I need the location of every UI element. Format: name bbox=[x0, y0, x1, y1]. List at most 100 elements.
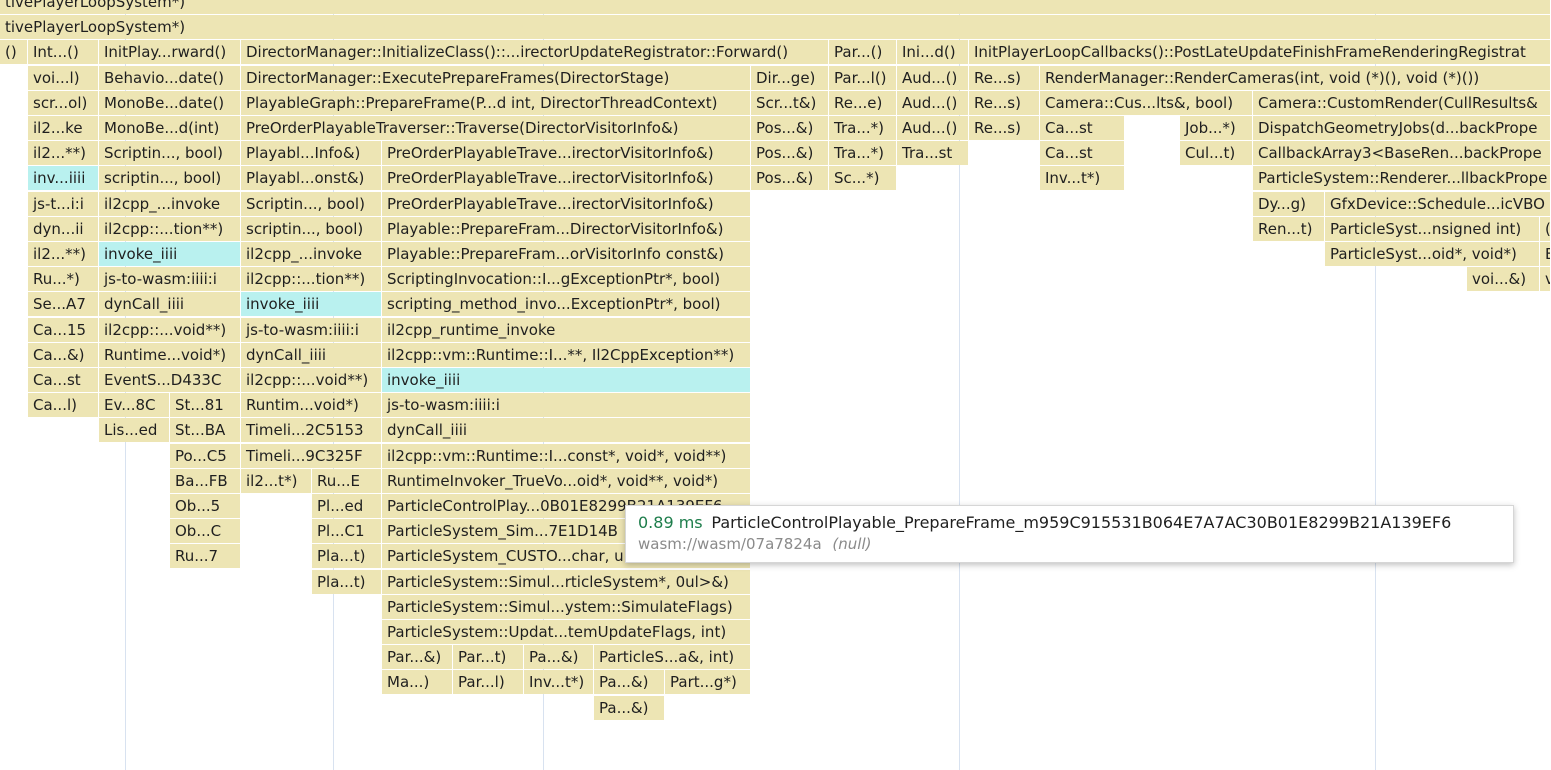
flame-frame[interactable]: il2cpp_...invoke bbox=[241, 242, 382, 266]
flame-frame[interactable]: il2cpp::...void**) bbox=[241, 368, 382, 392]
flame-frame[interactable]: Int...() bbox=[28, 40, 99, 65]
flame-frame[interactable]: inv...iiii bbox=[28, 166, 99, 191]
flame-frame[interactable]: Dy...g) bbox=[1253, 191, 1325, 216]
flame-frame[interactable]: il2cpp::...tion**) bbox=[241, 267, 382, 292]
flame-frame[interactable]: Tra...st bbox=[897, 141, 969, 166]
flame-frame[interactable]: voi...&) bbox=[1467, 267, 1540, 292]
flame-frame[interactable]: Tra...*) bbox=[829, 141, 897, 166]
flame-frame[interactable]: Par...t) bbox=[453, 645, 524, 670]
flame-frame[interactable]: Par...l) bbox=[453, 670, 524, 695]
flame-frame[interactable]: js-to-wasm:iiii:i bbox=[99, 267, 241, 292]
flame-frame[interactable]: v bbox=[1540, 267, 1551, 292]
flame-frame[interactable]: Job...*) bbox=[1180, 116, 1253, 140]
flame-frame[interactable]: Scriptin..., bool) bbox=[99, 141, 241, 166]
flame-frame[interactable]: InitPlay...rward() bbox=[99, 40, 241, 65]
flame-frame[interactable]: Runtim...void*) bbox=[241, 393, 382, 418]
flame-frame[interactable]: Ob...5 bbox=[170, 494, 241, 518]
flame-frame[interactable]: Ev...8C bbox=[99, 393, 170, 418]
flame-graph[interactable]: tivePlayerLoopSystem*) tivePlayerLoopSyst… bbox=[0, 0, 1551, 770]
flame-frame[interactable]: ParticleSystem::Renderer...llbackPrope bbox=[1253, 166, 1551, 191]
flame-frame[interactable]: Se...A7 bbox=[28, 292, 99, 317]
flame-frame[interactable]: ParticleSystem::Simul...rticleSystem*, 0… bbox=[382, 569, 751, 594]
flame-frame[interactable]: dynCall_iiii bbox=[99, 292, 241, 317]
flame-frame[interactable]: Timeli...9C325F bbox=[241, 443, 382, 468]
flame-frame[interactable]: Playable::PrepareFram...DirectorVisitorI… bbox=[382, 216, 751, 241]
flame-frame[interactable]: invoke_iiii bbox=[241, 292, 382, 317]
flame-frame[interactable]: scripting_method_invo...ExceptionPtr*, b… bbox=[382, 292, 751, 317]
flame-frame[interactable]: il2cpp::...tion**) bbox=[99, 216, 241, 241]
flame-frame[interactable]: Ren...t) bbox=[1253, 216, 1325, 241]
flame-frame[interactable]: Ini...d() bbox=[897, 40, 969, 65]
flame-frame[interactable]: il2...**) bbox=[28, 141, 99, 166]
flame-frame[interactable]: ( bbox=[1540, 216, 1551, 241]
flame-frame[interactable]: il2cpp_runtime_invoke bbox=[382, 317, 751, 342]
flame-frame[interactable]: Cul...t) bbox=[1180, 141, 1253, 166]
flame-frame[interactable]: invoke_iiii bbox=[382, 368, 751, 392]
flame-frame[interactable]: PlayableGraph::PrepareFrame(P...d int, D… bbox=[241, 90, 751, 115]
flame-frame[interactable]: Sc...*) bbox=[829, 166, 897, 191]
flame-frame[interactable]: Re...e) bbox=[829, 90, 897, 115]
flame-frame[interactable]: Par...l() bbox=[829, 65, 897, 90]
flame-frame[interactable]: il2...**) bbox=[28, 242, 99, 266]
flame-frame[interactable]: Camera::Cus...lts&, bool) bbox=[1040, 90, 1253, 115]
flame-frame[interactable]: tivePlayerLoopSystem*) bbox=[0, 0, 1551, 14]
flame-frame[interactable]: Inv...t*) bbox=[1040, 166, 1125, 191]
flame-frame[interactable]: Timeli...2C5153 bbox=[241, 418, 382, 443]
flame-frame[interactable]: Ca...st bbox=[1040, 141, 1125, 166]
flame-frame[interactable]: PreOrderPlayableTrave...irectorVisitorIn… bbox=[382, 166, 751, 191]
flame-frame[interactable]: Pos...&) bbox=[751, 166, 829, 191]
flame-frame[interactable]: ScriptingInvocation::I...gExceptionPtr*,… bbox=[382, 267, 751, 292]
flame-frame[interactable]: Re...s) bbox=[969, 116, 1040, 140]
flame-frame[interactable]: js-to-wasm:iiii:i bbox=[382, 393, 751, 418]
flame-frame[interactable]: Ca...l) bbox=[28, 393, 99, 418]
flame-frame[interactable]: PreOrderPlayableTrave...irectorVisitorIn… bbox=[382, 191, 751, 216]
flame-frame[interactable]: Ob...C bbox=[170, 519, 241, 544]
flame-frame[interactable]: Ru...*) bbox=[28, 267, 99, 292]
flame-frame[interactable]: Re...s) bbox=[969, 65, 1040, 90]
flame-frame[interactable]: EventS...D433C bbox=[99, 368, 241, 392]
flame-frame[interactable]: ParticleSyst...oid*, void*) bbox=[1325, 242, 1540, 266]
flame-frame[interactable]: ParticleSystem::Updat...temUpdateFlags, … bbox=[382, 620, 751, 644]
flame-frame[interactable]: Pa...&) bbox=[594, 695, 665, 720]
flame-frame[interactable]: il2cpp_...invoke bbox=[99, 191, 241, 216]
flame-frame[interactable]: Lis...ed bbox=[99, 418, 170, 443]
flame-frame[interactable]: ParticleS...a&, int) bbox=[594, 645, 751, 670]
flame-frame[interactable]: il2cpp::vm::Runtime::I...const*, void*, … bbox=[382, 443, 751, 468]
flame-frame[interactable]: ParticleSyst...nsigned int) bbox=[1325, 216, 1540, 241]
flame-frame[interactable]: GfxDevice::Schedule...icVBO bbox=[1325, 191, 1551, 216]
flame-frame[interactable]: PreOrderPlayableTrave...irectorVisitorIn… bbox=[382, 141, 751, 166]
flame-frame[interactable]: CallbackArray3<BaseRen...backPrope bbox=[1253, 141, 1551, 166]
flame-frame[interactable]: scriptin..., bool) bbox=[241, 216, 382, 241]
flame-frame[interactable]: St...81 bbox=[170, 393, 241, 418]
flame-frame[interactable]: scr...ol) bbox=[28, 90, 99, 115]
flame-frame[interactable]: DirectorManager::InitializeClass()::...i… bbox=[241, 40, 829, 65]
flame-frame[interactable]: Runtime...void*) bbox=[99, 342, 241, 367]
flame-frame[interactable]: Ba...FB bbox=[170, 468, 241, 493]
flame-frame[interactable]: Ru...E bbox=[312, 468, 382, 493]
flame-frame[interactable]: Pl...ed bbox=[312, 494, 382, 518]
flame-frame[interactable]: Pl...C1 bbox=[312, 519, 382, 544]
flame-frame[interactable]: DispatchGeometryJobs(d...backPrope bbox=[1253, 116, 1551, 140]
flame-frame[interactable]: Re...s) bbox=[969, 90, 1040, 115]
flame-frame[interactable]: Part...g*) bbox=[665, 670, 751, 695]
flame-frame[interactable]: ParticleSystem::Simul...ystem::SimulateF… bbox=[382, 594, 751, 619]
flame-frame[interactable]: voi...l) bbox=[28, 65, 99, 90]
flame-frame[interactable]: Playable::PrepareFram...orVisitorInfo co… bbox=[382, 242, 751, 266]
flame-frame[interactable]: InitPlayerLoopCallbacks()::PostLateUpdat… bbox=[969, 40, 1551, 65]
flame-frame[interactable]: js-to-wasm:iiii:i bbox=[241, 317, 382, 342]
flame-frame[interactable]: Aud...() bbox=[897, 116, 969, 140]
flame-frame[interactable]: Inv...t*) bbox=[524, 670, 594, 695]
flame-frame[interactable]: RuntimeInvoker_TrueVo...oid*, void**, vo… bbox=[382, 468, 751, 493]
flame-frame[interactable]: St...BA bbox=[170, 418, 241, 443]
flame-frame[interactable]: Pla...t) bbox=[312, 544, 382, 569]
flame-frame[interactable]: RenderManager::RenderCameras(int, void (… bbox=[1040, 65, 1551, 90]
flame-frame[interactable]: Tra...*) bbox=[829, 116, 897, 140]
flame-frame[interactable]: Ru...7 bbox=[170, 544, 241, 569]
flame-frame[interactable]: Playabl...Info&) bbox=[241, 141, 382, 166]
flame-frame[interactable]: Ca...st bbox=[1040, 116, 1125, 140]
flame-frame[interactable]: Pa...&) bbox=[524, 645, 594, 670]
flame-frame[interactable]: dynCall_iiii bbox=[382, 418, 751, 443]
flame-frame[interactable]: Par...() bbox=[829, 40, 897, 65]
flame-frame[interactable]: il2...t*) bbox=[241, 468, 312, 493]
flame-frame[interactable]: scriptin..., bool) bbox=[99, 166, 241, 191]
